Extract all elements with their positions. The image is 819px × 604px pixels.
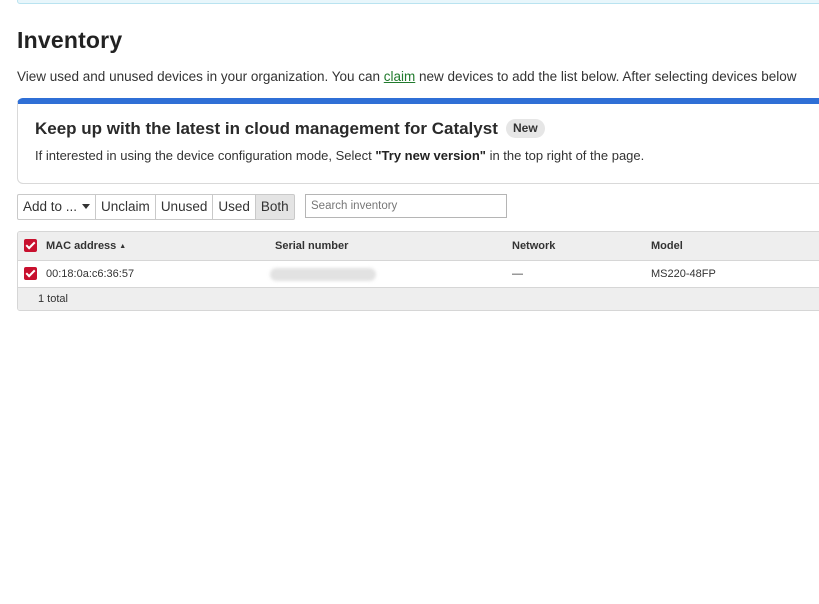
unclaim-button[interactable]: Unclaim: [96, 194, 156, 220]
table-header: MAC address ▲ Serial number Network Model: [18, 232, 819, 261]
column-header-model[interactable]: Model: [651, 232, 683, 261]
search-inventory-input[interactable]: [305, 194, 507, 218]
filter-both-button[interactable]: Both: [255, 194, 295, 220]
promo-text-bold: "Try new version": [375, 148, 486, 163]
column-header-network[interactable]: Network: [512, 232, 555, 261]
promo-heading: Keep up with the latest in cloud managem…: [35, 119, 498, 138]
add-to-label: Add to ...: [23, 199, 78, 214]
add-to-dropdown-button[interactable]: Add to ...: [17, 194, 97, 220]
intro-text-start: View used and unused devices in your org…: [17, 69, 384, 84]
promo-text-end: in the top right of the page.: [485, 148, 645, 163]
filter-unused-button[interactable]: Unused: [155, 194, 214, 220]
column-header-mac[interactable]: MAC address ▲: [46, 232, 126, 261]
promo-text-start: If interested in using the device config…: [35, 148, 376, 163]
claim-link[interactable]: claim: [384, 69, 416, 84]
column-header-serial[interactable]: Serial number: [275, 232, 348, 261]
new-badge: New: [506, 119, 545, 138]
total-count: 1 total: [38, 293, 68, 305]
model-cell: MS220-48FP: [651, 268, 716, 280]
row-checkbox[interactable]: [24, 267, 37, 280]
inventory-table: MAC address ▲ Serial number Network Model…: [17, 231, 819, 311]
serial-number-redacted: [270, 268, 376, 281]
inventory-toolbar: Add to ... Unclaim Unused Used Both: [17, 194, 295, 220]
chevron-down-icon: [82, 203, 91, 209]
network-cell: —: [512, 268, 523, 280]
sort-ascending-icon: ▲: [119, 243, 127, 250]
mac-address-cell[interactable]: 00:18:0a:c6:36:57: [46, 261, 134, 288]
intro-text: View used and unused devices in your org…: [17, 69, 797, 84]
table-row[interactable]: 00:18:0a:c6:36:57 — MS220-48FP: [18, 261, 819, 288]
info-banner: [17, 0, 819, 4]
column-header-mac-label: MAC address: [46, 240, 117, 252]
promo-text: If interested in using the device config…: [35, 148, 644, 163]
page-title: Inventory: [17, 27, 123, 53]
select-all-checkbox[interactable]: [24, 239, 37, 252]
intro-text-end: new devices to add the list below. After…: [415, 69, 797, 84]
filter-used-button[interactable]: Used: [213, 194, 256, 220]
catalyst-promo-card: Keep up with the latest in cloud managem…: [17, 98, 819, 184]
table-footer: 1 total: [18, 288, 819, 310]
